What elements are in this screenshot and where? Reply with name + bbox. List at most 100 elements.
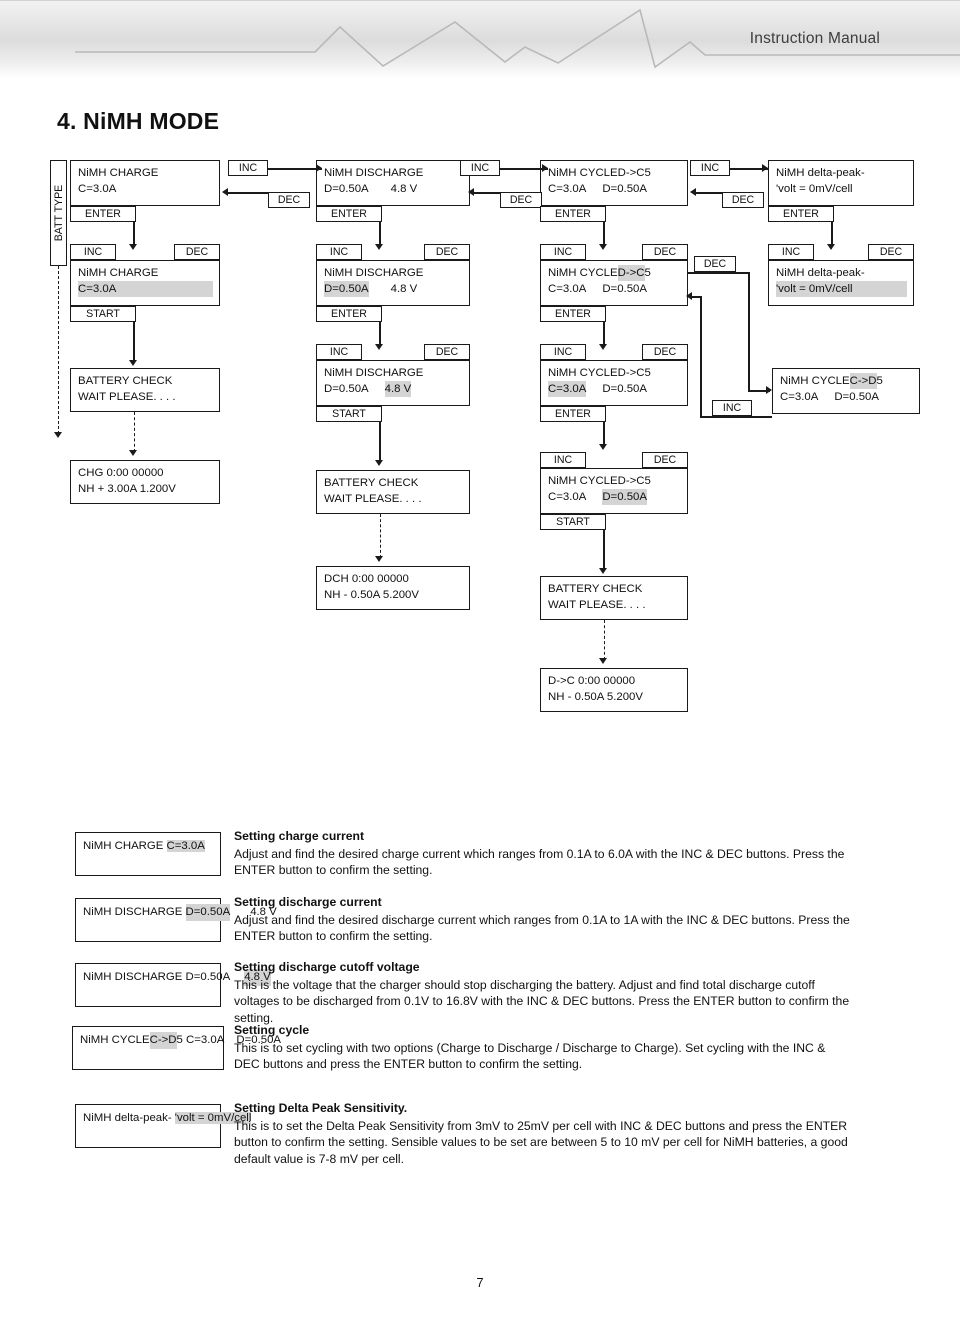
desc-body-delta-peak: This is to set the Delta Peak Sensitivit… xyxy=(234,1118,848,1167)
desc-body-charge-current: Adjust and find the desired charge curre… xyxy=(234,846,845,878)
lcd-delta-peak-value: NiMH delta-peak- 'volt = 0mV/cell xyxy=(768,260,914,306)
button-dec-to-cycle-cd[interactable]: DEC xyxy=(694,256,736,272)
arrow-enter-delta-peak xyxy=(827,244,835,250)
button-inc-discharge-to-cycle[interactable]: INC xyxy=(460,160,500,176)
arrow-enter-cycle-3 xyxy=(599,444,607,450)
desc-delta-peak: Setting Delta Peak Sensitivity. This is … xyxy=(234,1100,850,1168)
legend-box-discharge-current: NiMH DISCHARGE D=0.50A 4.8 V xyxy=(75,898,277,942)
line-dec-branch-v xyxy=(748,272,750,390)
arrow-cycle-running xyxy=(599,658,607,664)
page-header: Instruction Manual xyxy=(0,0,960,78)
button-enter-charge[interactable]: ENTER xyxy=(70,206,136,222)
page-title: 4. NiMH MODE xyxy=(57,108,220,134)
button-inc-charge-current[interactable]: INC xyxy=(70,244,116,260)
arrow-start-charge xyxy=(129,360,137,366)
button-dec-discharge-cutoff[interactable]: DEC xyxy=(424,344,470,360)
lcd-battery-check-discharge: BATTERY CHECK WAIT PLEASE. . . . xyxy=(316,470,470,514)
batt-type-text: BATT TYPE xyxy=(52,184,65,242)
arrow-dec-2 xyxy=(468,188,474,196)
arrow-inc-2 xyxy=(542,164,548,172)
line-inc-1 xyxy=(262,168,322,170)
button-dec-deltapeak-to-cycle[interactable]: DEC xyxy=(722,192,764,208)
batt-type-arrow xyxy=(54,432,62,438)
desc-discharge-cutoff: Setting discharge cutoff voltage This is… xyxy=(234,959,850,1027)
lcd-discharge-running: DCH 0:00 00000 NH - 0.50A 5.200V xyxy=(316,566,470,610)
button-enter-cycle-mode[interactable]: ENTER xyxy=(540,306,606,322)
lcd-cycle-running: D->C 0:00 00000 NH - 0.50A 5.200V xyxy=(540,668,688,712)
line-inc-2 xyxy=(494,168,548,170)
desc-heading-delta-peak: Setting Delta Peak Sensitivity. xyxy=(234,1101,408,1115)
legend-box-cycle: NiMH CYCLE C->D 5 C=3.0A D=0.50A xyxy=(72,1026,281,1070)
line-inc-return-v xyxy=(700,296,702,418)
button-inc-cycle-discharge-current[interactable]: INC xyxy=(540,452,586,468)
desc-discharge-current: Setting discharge current Adjust and fin… xyxy=(234,894,850,945)
desc-body-cycle: This is to set cycling with two options … xyxy=(234,1040,826,1072)
lcd-discharge-setup: NiMH DISCHARGE D=0.50A 4.8 V xyxy=(316,160,470,206)
desc-heading-discharge-current: Setting discharge current xyxy=(234,895,382,909)
button-inc-cycle-mode[interactable]: INC xyxy=(540,244,586,260)
lcd-cycle-discharge-current: NiMH CYCLE D->C 5 C=3.0A D=0.50A xyxy=(540,468,688,514)
arrow-inc-1 xyxy=(316,164,322,172)
button-inc-cycle-charge-current[interactable]: INC xyxy=(540,344,586,360)
lcd-cycle-charge-current: NiMH CYCLE D->C 5 C=3.0A D=0.50A xyxy=(540,360,688,406)
arrow-inc-3 xyxy=(762,164,768,172)
button-inc-delta-peak-value[interactable]: INC xyxy=(768,244,814,260)
batt-type-label: BATT TYPE xyxy=(50,160,67,266)
arrow-inc-return xyxy=(686,292,692,300)
lcd-discharge-current: NiMH DISCHARGE D=0.50A 4.8 V xyxy=(316,260,470,306)
button-inc-cycle-to-deltapeak[interactable]: INC xyxy=(690,160,730,176)
button-inc-discharge-current[interactable]: INC xyxy=(316,244,362,260)
arrow-start-discharge xyxy=(375,460,383,466)
arrow-enter-cycle-2 xyxy=(599,344,607,350)
button-start-cycle[interactable]: START xyxy=(540,514,606,530)
button-dec-cycle-mode[interactable]: DEC xyxy=(642,244,688,260)
button-dec-cycle-to-discharge[interactable]: DEC xyxy=(500,192,542,208)
manual-title: Instruction Manual xyxy=(749,30,880,47)
desc-charge-current: Setting charge current Adjust and find t… xyxy=(234,828,850,879)
line-dec-1 xyxy=(226,192,272,194)
lcd-charge-confirm: NiMH CHARGE C=3.0A xyxy=(70,260,220,306)
lcd-discharge-cutoff: NiMH DISCHARGE D=0.50A 4.8 V xyxy=(316,360,470,406)
desc-body-discharge-current: Adjust and find the desired discharge cu… xyxy=(234,912,850,944)
arrow-charge-running xyxy=(129,450,137,456)
lcd-cycle-cd: NiMH CYCLE C->D 5 C=3.0A D=0.50A xyxy=(772,368,920,414)
desc-heading-charge-current: Setting charge current xyxy=(234,829,365,843)
settings-legend: NiMH CHARGE C=3.0A Setting charge curren… xyxy=(0,820,960,1220)
button-start-discharge[interactable]: START xyxy=(316,406,382,422)
lcd-battery-check-charge: BATTERY CHECK WAIT PLEASE. . . . xyxy=(70,368,220,412)
lcd-cycle-mode: NiMH CYCLE D->C 5 C=3.0A D=0.50A xyxy=(540,260,688,306)
button-enter-discharge-current[interactable]: ENTER xyxy=(316,306,382,322)
line-inc-return-h xyxy=(700,416,772,418)
arrow-enter-charge xyxy=(129,244,137,250)
arrow-start-cycle xyxy=(599,568,607,574)
desc-body-discharge-cutoff: This is the voltage that the charger sho… xyxy=(234,977,850,1026)
button-dec-discharge-current[interactable]: DEC xyxy=(424,244,470,260)
desc-heading-discharge-cutoff: Setting discharge cutoff voltage xyxy=(234,960,420,974)
button-dec-delta-peak-value[interactable]: DEC xyxy=(868,244,914,260)
desc-cycle: Setting cycle This is to set cycling wit… xyxy=(234,1022,850,1073)
button-enter-cycle-charge-current[interactable]: ENTER xyxy=(540,406,606,422)
lcd-delta-peak-setup: NiMH delta-peak- 'volt = 0mV/cell xyxy=(768,160,914,206)
arrow-enter-discharge xyxy=(375,244,383,250)
button-inc-charge-to-discharge[interactable]: INC xyxy=(228,160,268,176)
button-inc-discharge-cutoff[interactable]: INC xyxy=(316,344,362,360)
button-enter-discharge[interactable]: ENTER xyxy=(316,206,382,222)
line-inc-return-h2 xyxy=(692,296,702,298)
button-dec-cycle-discharge-current[interactable]: DEC xyxy=(642,452,688,468)
button-enter-delta-peak[interactable]: ENTER xyxy=(768,206,834,222)
legend-box-charge-current: NiMH CHARGE C=3.0A xyxy=(75,832,221,876)
button-start-charge[interactable]: START xyxy=(70,306,136,322)
button-enter-cycle[interactable]: ENTER xyxy=(540,206,606,222)
arrow-enter-discharge-2 xyxy=(375,344,383,350)
legend-box-discharge-cutoff: NiMH DISCHARGE D=0.50A 4.8 V xyxy=(75,963,271,1007)
button-inc-cycle-cd-return[interactable]: INC xyxy=(712,400,752,416)
arrow-dec-branch xyxy=(766,386,772,394)
button-dec-cycle-charge-current[interactable]: DEC xyxy=(642,344,688,360)
lcd-charge-running: CHG 0:00 00000 NH + 3.00A 1.200V xyxy=(70,460,220,504)
button-dec-discharge-to-charge[interactable]: DEC xyxy=(268,192,310,208)
arrow-dec-3 xyxy=(690,188,696,196)
arrow-dec-1 xyxy=(222,188,228,196)
dashed-line-discharge-running xyxy=(380,514,381,558)
line-dec-branch-h xyxy=(688,272,750,274)
button-dec-charge-current[interactable]: DEC xyxy=(174,244,220,260)
